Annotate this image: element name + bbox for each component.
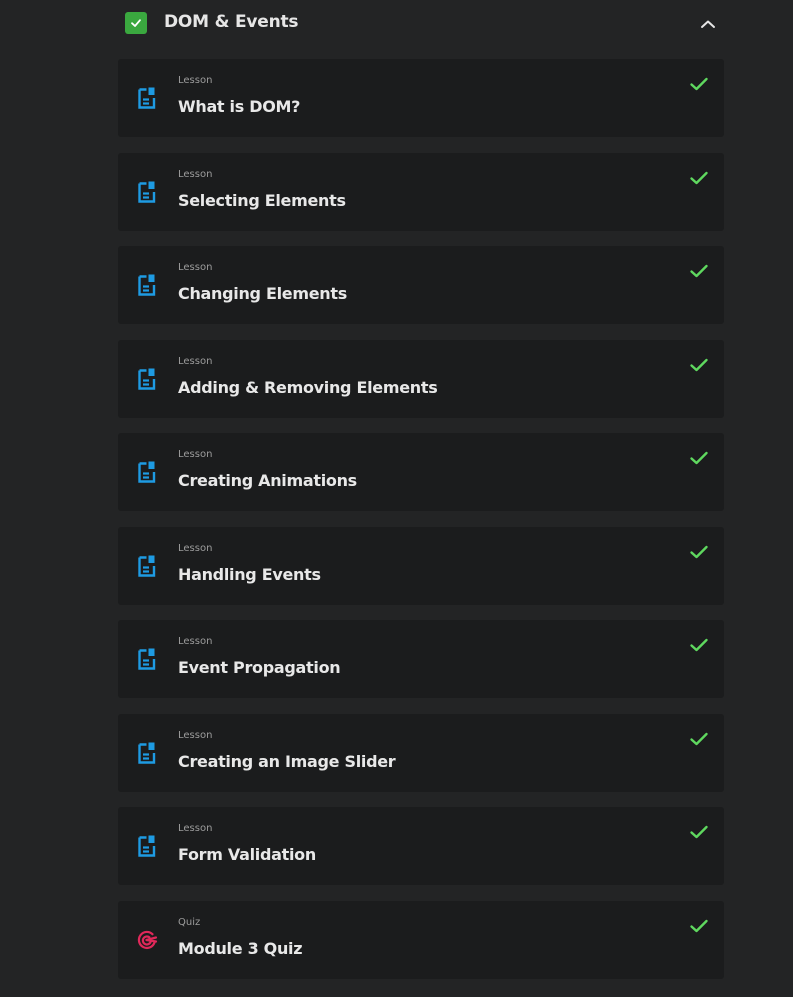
item-title: Module 3 Quiz <box>178 938 303 958</box>
module-item[interactable]: Lesson Selecting Elements <box>118 152 724 231</box>
item-type-label: Lesson <box>178 449 213 460</box>
document-icon <box>136 273 158 297</box>
module-title: DOM & Events <box>164 12 299 32</box>
completed-check-icon <box>688 917 710 935</box>
document-icon <box>136 367 158 391</box>
item-type-label: Lesson <box>178 729 213 741</box>
item-type-label: Lesson <box>178 262 213 273</box>
module-item[interactable]: Lesson What is DOM? <box>118 59 724 137</box>
document-icon <box>136 460 158 484</box>
completed-check-icon <box>688 543 710 561</box>
target-icon <box>136 928 158 952</box>
document-icon <box>136 180 158 204</box>
item-title: Creating Animations <box>178 471 357 490</box>
chevron-up-icon[interactable] <box>698 14 718 34</box>
document-icon <box>136 647 158 671</box>
item-title: Adding & Removing Elements <box>178 377 438 397</box>
item-title: Event Propagation <box>178 658 341 677</box>
completed-check-icon <box>688 75 710 93</box>
item-title: Handling Events <box>178 564 321 584</box>
document-icon <box>136 554 158 578</box>
module-item-list: Lesson What is DOM? Lesson Selecting Ele… <box>118 59 724 994</box>
completed-check-icon <box>688 823 710 841</box>
item-title: Changing Elements <box>178 284 347 303</box>
module-item[interactable]: Lesson Adding & Removing Elements <box>118 339 724 418</box>
item-type-label: Lesson <box>178 355 213 367</box>
item-type-label: Lesson <box>178 823 213 834</box>
item-type-label: Lesson <box>178 636 213 647</box>
item-title: Form Validation <box>178 845 316 864</box>
completed-check-icon <box>688 636 710 654</box>
item-title: Creating an Image Slider <box>178 751 396 771</box>
completed-check-icon <box>688 262 710 280</box>
document-icon <box>136 741 158 765</box>
completed-check-icon <box>688 169 710 187</box>
check-icon <box>131 19 141 27</box>
completed-check-icon <box>688 730 710 748</box>
item-type-label: Lesson <box>178 542 213 554</box>
course-module-panel: DOM & Events Lesson What is DOM? Lesson … <box>0 0 793 997</box>
module-item[interactable]: Lesson Creating Animations <box>118 433 724 511</box>
item-title: Selecting Elements <box>178 190 346 210</box>
module-item[interactable]: Lesson Changing Elements <box>118 246 724 324</box>
completed-check-icon <box>688 449 710 467</box>
module-item[interactable]: Lesson Creating an Image Slider <box>118 713 724 792</box>
document-icon <box>136 834 158 858</box>
module-item[interactable]: Lesson Event Propagation <box>118 620 724 698</box>
item-title: What is DOM? <box>178 97 301 116</box>
completed-check-icon <box>688 356 710 374</box>
module-item[interactable]: Lesson Handling Events <box>118 526 724 605</box>
document-icon <box>136 86 158 110</box>
item-type-label: Lesson <box>178 75 213 86</box>
module-item[interactable]: Quiz Module 3 Quiz <box>118 900 724 979</box>
module-complete-checkbox <box>125 12 147 34</box>
module-header[interactable]: DOM & Events <box>118 0 724 46</box>
item-type-label: Quiz <box>178 916 201 928</box>
item-type-label: Lesson <box>178 168 213 180</box>
module-item[interactable]: Lesson Form Validation <box>118 807 724 885</box>
